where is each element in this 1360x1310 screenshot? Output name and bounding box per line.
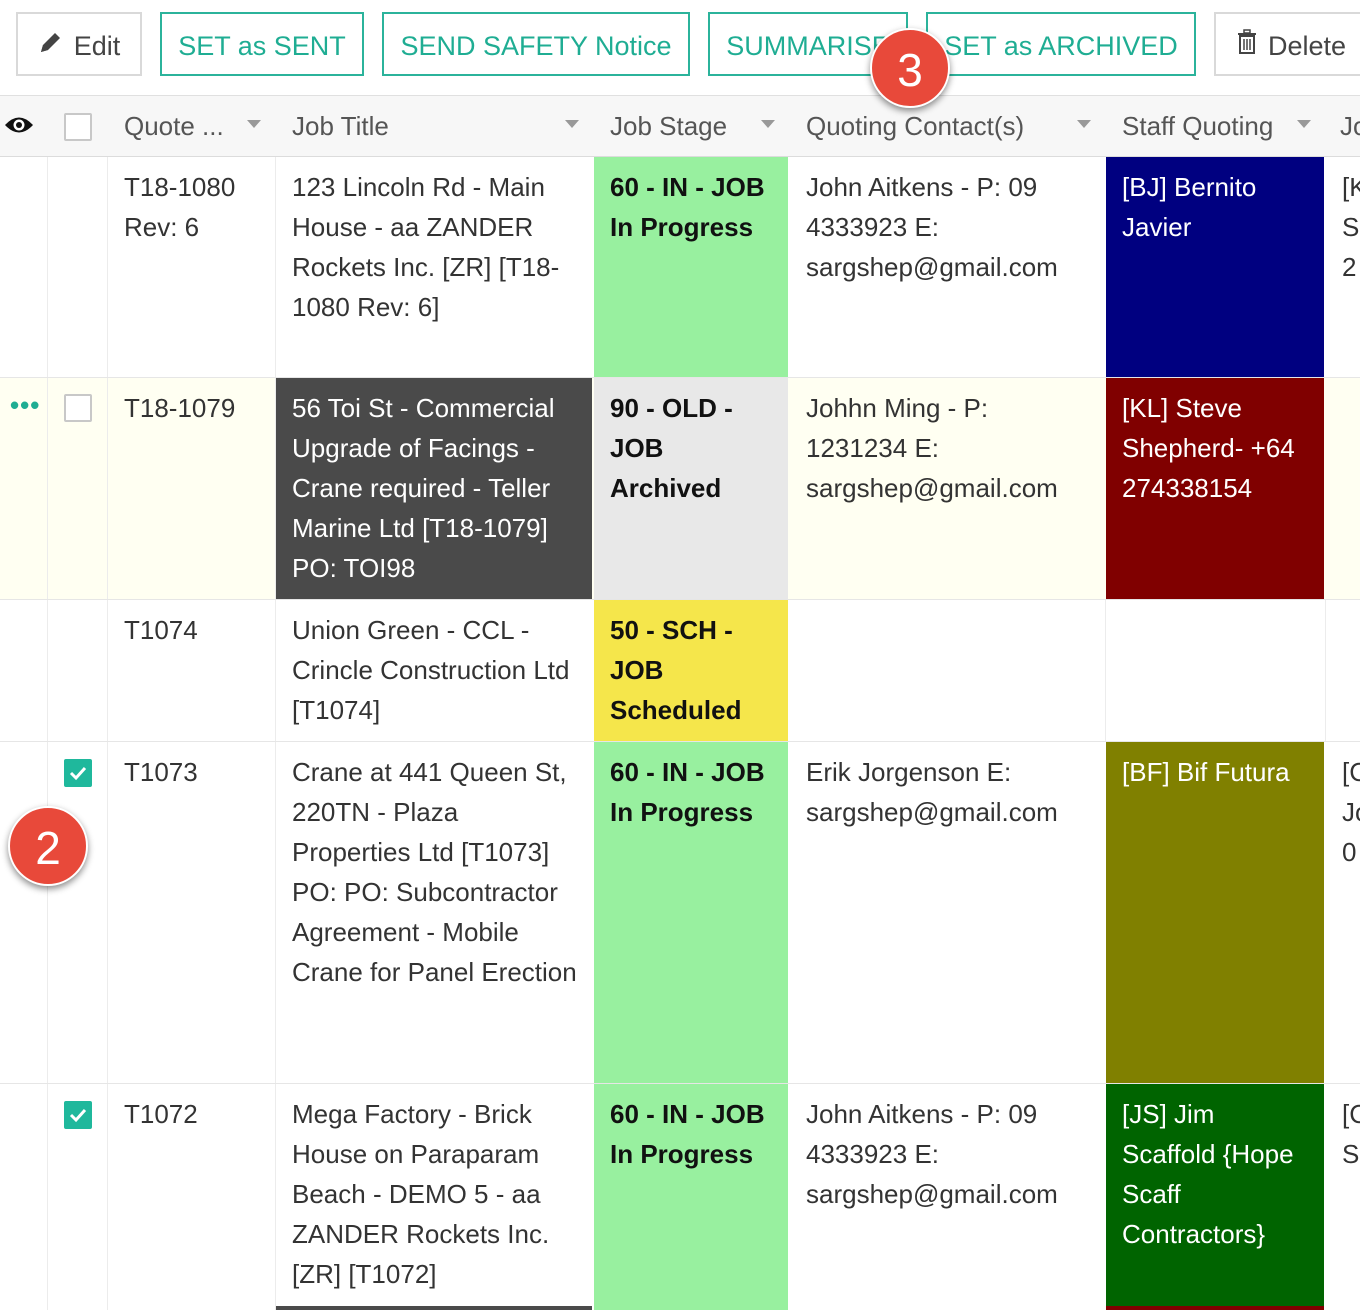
visibility-column-header[interactable] bbox=[4, 96, 44, 156]
quote-number-cell[interactable]: T18-1079 bbox=[108, 378, 275, 599]
column-header-job-stage[interactable]: Job Stage bbox=[610, 96, 750, 156]
next-column-cell: [C S bbox=[1342, 1099, 1360, 1169]
quoting-contacts-sort-caret-icon[interactable] bbox=[1077, 120, 1091, 128]
checkmark-icon bbox=[69, 766, 87, 781]
job-title-cell[interactable]: Mega Factory - Brick House on Paraparam … bbox=[276, 1084, 594, 1310]
job-title-cell[interactable]: 123 Lincoln Rd - Main House - aa ZANDER … bbox=[276, 157, 594, 377]
job-stage-cell[interactable]: 60 - IN - JOB In Progress bbox=[594, 1084, 788, 1310]
set-as-sent-button[interactable]: SET as SENT bbox=[160, 12, 364, 76]
quote-number-cell[interactable]: T18-1080 Rev: 6 bbox=[108, 157, 275, 377]
select-all-checkbox[interactable] bbox=[64, 113, 92, 141]
toolbar: Edit SET as SENT SEND SAFETY Notice SUMM… bbox=[0, 0, 1360, 94]
job-title-cell[interactable]: 56 Toi St - Commercial Upgrade of Facing… bbox=[276, 378, 592, 599]
row-checkbox[interactable] bbox=[64, 394, 92, 422]
column-header-staff-quoting[interactable]: Staff Quoting bbox=[1122, 96, 1292, 156]
staff-quoting-sort-caret-icon[interactable] bbox=[1297, 120, 1311, 128]
step-2-badge: 2 bbox=[8, 806, 88, 886]
quote-number-cell[interactable]: T1074 bbox=[108, 600, 275, 741]
job-title-cell[interactable]: Union Green - CCL - Crincle Construction… bbox=[276, 600, 594, 741]
row-menu-icon[interactable]: ••• bbox=[10, 390, 40, 421]
grid-header: Quote ... Job Title Job Stage Quoting Co… bbox=[0, 95, 1360, 157]
next-column-cell: [K S 2 bbox=[1342, 172, 1360, 282]
quote-sort-caret-icon[interactable] bbox=[247, 120, 261, 128]
column-header-next[interactable]: Jo bbox=[1340, 96, 1360, 156]
job-title-sort-caret-icon[interactable] bbox=[565, 120, 579, 128]
quoting-contact-cell[interactable]: Erik Jorgenson E: sargshep@gmail.com bbox=[790, 742, 1106, 1083]
job-stage-cell[interactable]: 90 - OLD - JOB Archived bbox=[594, 378, 788, 599]
table-row[interactable]: T18-1080 Rev: 6 123 Lincoln Rd - Main Ho… bbox=[0, 157, 1360, 378]
next-row-staff-edge bbox=[1106, 1306, 1324, 1310]
delete-button[interactable]: Delete bbox=[1214, 12, 1360, 76]
quoting-contact-cell[interactable] bbox=[790, 600, 1106, 741]
send-safety-notice-button[interactable]: SEND SAFETY Notice bbox=[382, 12, 690, 76]
next-row-title-edge bbox=[276, 1306, 592, 1310]
set-as-archived-button[interactable]: SET as ARCHIVED bbox=[926, 12, 1196, 76]
table-row[interactable]: T1074 Union Green - CCL - Crincle Constr… bbox=[0, 600, 1360, 742]
job-stage-sort-caret-icon[interactable] bbox=[761, 120, 775, 128]
job-stage-cell[interactable]: 60 - IN - JOB In Progress bbox=[594, 742, 788, 1083]
checkmark-icon bbox=[69, 1108, 87, 1123]
row-checkbox[interactable] bbox=[64, 759, 92, 787]
pencil-icon bbox=[38, 16, 64, 76]
staff-quoting-cell[interactable]: [BJ] Bernito Javier bbox=[1106, 157, 1324, 377]
eye-icon bbox=[5, 117, 33, 133]
next-column-cell: [C Jo 0 bbox=[1342, 757, 1360, 867]
staff-quoting-cell[interactable]: [JS] Jim Scaffold {Hope Scaff Contractor… bbox=[1106, 1084, 1324, 1310]
table-row[interactable]: T1073 Crane at 441 Queen St, 220TN - Pla… bbox=[0, 742, 1360, 1084]
table-row[interactable]: ••• T18-1079 56 Toi St - Commercial Upgr… bbox=[0, 378, 1360, 600]
quote-number-cell[interactable]: T1072 bbox=[108, 1084, 275, 1310]
column-header-quoting-contacts[interactable]: Quoting Contact(s) bbox=[806, 96, 1056, 156]
trash-icon bbox=[1236, 16, 1258, 76]
job-title-cell[interactable]: Crane at 441 Queen St, 220TN - Plaza Pro… bbox=[276, 742, 594, 1083]
quoting-contact-cell[interactable]: John Aitkens - P: 09 4333923 E: sargshep… bbox=[790, 157, 1106, 377]
staff-quoting-cell[interactable]: [KL] Steve Shepherd- +64 274338154 bbox=[1106, 378, 1324, 599]
quote-number-cell[interactable]: T1073 bbox=[108, 742, 275, 1083]
table-row[interactable]: T1072 Mega Factory - Brick House on Para… bbox=[0, 1084, 1360, 1310]
row-checkbox[interactable] bbox=[64, 1101, 92, 1129]
column-header-job-title[interactable]: Job Title bbox=[292, 96, 542, 156]
column-header-quote[interactable]: Quote ... bbox=[124, 96, 234, 156]
job-stage-cell[interactable]: 60 - IN - JOB In Progress bbox=[594, 157, 788, 377]
quoting-contact-cell[interactable]: John Aitkens - P: 09 4333923 E: sargshep… bbox=[790, 1084, 1106, 1310]
job-stage-cell[interactable]: 50 - SCH - JOB Scheduled bbox=[594, 600, 788, 741]
quoting-contact-cell[interactable]: Johhn Ming - P: 1231234 E: sargshep@gmai… bbox=[790, 378, 1106, 599]
edit-button[interactable]: Edit bbox=[16, 12, 142, 76]
staff-quoting-cell[interactable]: [BF] Bif Futura bbox=[1106, 742, 1324, 1083]
step-3-badge: 3 bbox=[870, 28, 950, 108]
